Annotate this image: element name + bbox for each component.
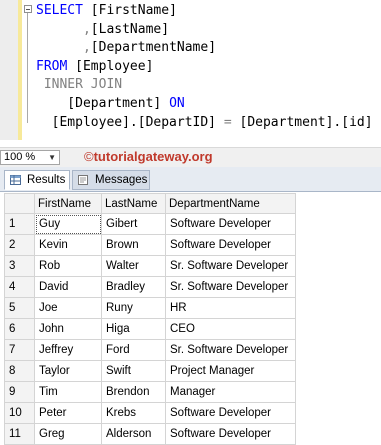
code-token: = (223, 114, 232, 130)
outline-fold-line (27, 13, 28, 123)
grid-cell[interactable]: Software Developer (165, 402, 296, 424)
grid-cell[interactable]: Tim (34, 381, 102, 403)
grid-cell[interactable]: Manager (165, 381, 296, 403)
grid-cell[interactable]: Brown (101, 234, 166, 256)
grid-cell[interactable]: Sr. Software Developer (165, 255, 296, 277)
row-number[interactable]: 9 (4, 381, 35, 403)
grid-cell[interactable]: Sr. Software Developer (165, 276, 296, 298)
grid-cell[interactable]: Runy (101, 297, 166, 319)
table-row[interactable]: 9 Tim Brendon Manager (4, 381, 296, 403)
chevron-down-icon[interactable]: ▼ (48, 151, 56, 164)
column-header[interactable]: DepartmentName (165, 193, 296, 214)
table-row[interactable]: 4 David Bradley Sr. Software Developer (4, 276, 296, 298)
row-number[interactable]: 2 (4, 234, 35, 256)
tab-results-label: Results (27, 174, 66, 186)
grid-cell[interactable]: Sr. Software Developer (165, 339, 296, 361)
code-token: INNER JOIN (36, 77, 123, 93)
table-row[interactable]: 7 Jeffrey Ford Sr. Software Developer (4, 339, 296, 361)
row-number[interactable]: 3 (4, 255, 35, 277)
code-token: [LastName] (90, 21, 170, 37)
grid-cell[interactable]: David (34, 276, 102, 298)
code-token: [Employee].[DepartID] (36, 114, 224, 130)
zoom-value: 100 % (4, 151, 36, 163)
grid-cell[interactable]: Gibert (101, 213, 166, 235)
table-row[interactable]: 5 Joe Runy HR (4, 297, 296, 319)
table-row[interactable]: 1 Guy Gibert Software Developer (4, 213, 296, 235)
editor-bottom-margin (0, 140, 381, 146)
row-number[interactable]: 4 (4, 276, 35, 298)
table-row[interactable]: 6 John Higa CEO (4, 318, 296, 340)
grid-cell[interactable]: Walter (101, 255, 166, 277)
grid-cell[interactable]: Higa (101, 318, 166, 340)
grid-cell[interactable]: Kevin (34, 234, 102, 256)
code-line[interactable]: INNER JOIN (36, 76, 122, 94)
tab-messages-label: Messages (95, 174, 148, 186)
sql-editor[interactable]: SELECT [FirstName] ,[LastName] ,[Departm… (0, 0, 381, 140)
code-token: FROM (36, 58, 76, 74)
code-token: [Department] (36, 96, 170, 111)
row-number[interactable]: 6 (4, 318, 35, 340)
grid-icon (10, 175, 21, 185)
results-tab-strip: Results Messages (0, 167, 381, 192)
code-token: [DepartmentName] (90, 40, 217, 56)
code-token: SELECT (36, 3, 91, 18)
code-token: , (36, 21, 91, 37)
code-token: [Department].[id] (231, 114, 373, 130)
grid-cell[interactable]: Guy (34, 213, 102, 235)
column-header[interactable]: LastName (101, 193, 166, 214)
code-line[interactable]: SELECT [FirstName] (36, 2, 177, 20)
grid-cell[interactable]: Joe (34, 297, 102, 319)
grid-cell[interactable]: Project Manager (165, 360, 296, 382)
row-number[interactable]: 8 (4, 360, 35, 382)
row-number[interactable]: 1 (4, 213, 35, 235)
grid-cell[interactable]: Peter (34, 402, 102, 424)
row-number[interactable]: 7 (4, 339, 35, 361)
grid-cell[interactable]: Ford (101, 339, 166, 361)
code-line[interactable]: ,[LastName] (36, 21, 169, 39)
table-row[interactable]: 8 Taylor Swift Project Manager (4, 360, 296, 382)
copyright-symbol: © (84, 149, 94, 164)
results-grid[interactable]: FirstName LastName DepartmentName 1 Guy Gi… (4, 193, 296, 445)
grid-cell[interactable]: Brendon (101, 381, 166, 403)
message-icon (78, 175, 88, 185)
grid-cell[interactable]: Bradley (101, 276, 166, 298)
code-line[interactable]: [Department] ON (36, 95, 185, 113)
row-number[interactable]: 10 (4, 402, 35, 424)
watermark-text: tutorialgateway.org (93, 149, 213, 164)
table-row[interactable]: 3 Rob Walter Sr. Software Developer (4, 255, 296, 277)
grid-cell[interactable]: CEO (165, 318, 296, 340)
grid-cell[interactable]: John (34, 318, 102, 340)
tab-messages[interactable]: Messages (72, 170, 150, 190)
grid-cell[interactable]: Jeffrey (34, 339, 102, 361)
code-line[interactable]: [Employee].[DepartID] = [Department].[id… (36, 114, 373, 132)
code-token: ON (169, 96, 185, 111)
tab-results[interactable]: Results (4, 170, 70, 190)
table-row[interactable]: 10 Peter Krebs Software Developer (4, 402, 296, 424)
grid-cell[interactable]: Rob (34, 255, 102, 277)
table-row[interactable]: 2 Kevin Brown Software Developer (4, 234, 296, 256)
code-token: [FirstName] (90, 3, 177, 18)
grid-cell[interactable]: Taylor (34, 360, 102, 382)
column-header[interactable]: FirstName (34, 193, 102, 214)
zoom-select[interactable]: 100 % ▼ (0, 150, 60, 165)
row-number-header[interactable] (4, 193, 35, 214)
grid-cell[interactable]: Krebs (101, 402, 166, 424)
row-number[interactable]: 5 (4, 297, 35, 319)
editor-gutter (0, 0, 18, 140)
code-line[interactable]: ,[DepartmentName] (36, 39, 216, 57)
grid-cell[interactable]: HR (165, 297, 296, 319)
code-token: [Employee] (75, 58, 154, 74)
grid-header-row: FirstName LastName DepartmentName (4, 193, 296, 214)
code-token: , (36, 40, 91, 56)
grid-cell[interactable]: Software Developer (165, 234, 296, 256)
grid-cell[interactable]: Software Developer (165, 213, 296, 235)
code-line[interactable]: FROM [Employee] (36, 58, 153, 76)
change-indicator-bar (18, 0, 22, 140)
collapse-region-icon[interactable] (24, 5, 32, 13)
grid-cell[interactable]: Swift (101, 360, 166, 382)
watermark: ©tutorialgateway.org (84, 149, 213, 164)
